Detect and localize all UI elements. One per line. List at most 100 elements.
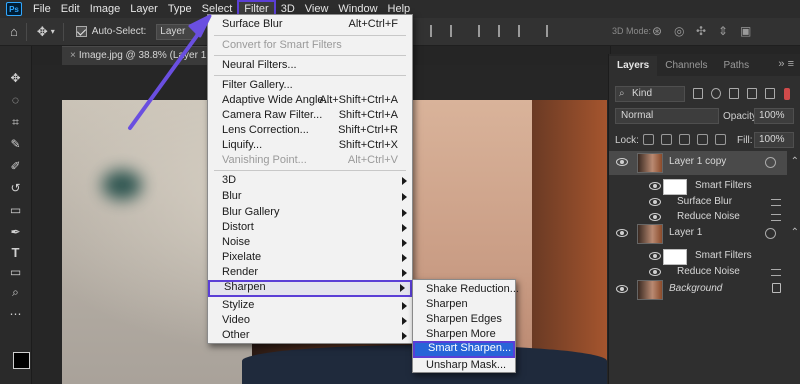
menu-item-noise[interactable]: Noise [208, 235, 412, 250]
tab-layers[interactable]: Layers [609, 56, 658, 76]
menu-item-sharpen-more[interactable]: Sharpen More [413, 327, 515, 342]
rectangle-tool-icon[interactable]: ▭ [9, 266, 22, 279]
document-tab[interactable]: ×Image.jpg @ 38.8% (Layer 1 copy, RGB/8) [62, 46, 212, 65]
lock-position-icon[interactable] [679, 134, 690, 145]
menu-item-pixelate[interactable]: Pixelate [208, 250, 412, 265]
3d-roll-icon[interactable]: ◎ [674, 24, 684, 38]
menu-item-neural-filters[interactable]: Neural Filters... [208, 58, 412, 73]
type-tool-icon[interactable]: T [9, 246, 22, 259]
menu-item-unsharp-mask[interactable]: Unsharp Mask... [413, 358, 515, 373]
menu-item-lens-correction[interactable]: Lens Correction... Shift+Ctrl+R [208, 123, 412, 138]
menu-item-liquify[interactable]: Liquify... Shift+Ctrl+X [208, 138, 412, 153]
3d-orbit-icon[interactable]: ⊛ [652, 24, 662, 38]
layer-row[interactable]: Background [609, 278, 787, 302]
lock-image-icon[interactable] [661, 134, 672, 145]
menu-item-camera-raw[interactable]: Camera Raw Filter... Shift+Ctrl+A [208, 108, 412, 123]
expand-arrow-icon[interactable]: ⌃ [791, 227, 799, 238]
lock-artboard-icon[interactable] [697, 134, 708, 145]
menu-item-vanishing-point: Vanishing Point... Alt+Ctrl+V [208, 153, 412, 168]
history-brush-icon[interactable]: ↺ [9, 182, 22, 195]
crop-tool-icon[interactable]: ⌗ [9, 116, 22, 129]
menu-item-shake-reduction[interactable]: Shake Reduction... [413, 282, 519, 297]
3d-scale-icon[interactable]: ▣ [740, 24, 751, 38]
shortcut-label: Shift+Ctrl+X [338, 139, 398, 151]
close-icon[interactable]: × [70, 50, 76, 61]
type-filter-icon[interactable] [729, 88, 739, 99]
menu-item-surface-blur[interactable]: Surface Blur Alt+Ctrl+F [208, 17, 412, 32]
menu-item-render[interactable]: Render [208, 265, 412, 280]
tab-paths[interactable]: Paths [716, 56, 758, 76]
visibility-eye-icon[interactable] [649, 198, 661, 206]
menu-item-filter-gallery[interactable]: Filter Gallery... [208, 78, 412, 93]
menu-item-distort[interactable]: Distort [208, 220, 412, 235]
distribute-icon[interactable] [478, 25, 488, 37]
visibility-eye-icon[interactable] [649, 182, 661, 190]
filter-toggle[interactable] [784, 88, 790, 100]
home-icon[interactable]: ⌂ [10, 24, 18, 39]
move-tool-icon[interactable]: ✥ [37, 24, 48, 40]
menu-item-blur[interactable]: Blur [208, 189, 412, 204]
layer-row[interactable]: Layer 1 ⌃ [609, 222, 799, 246]
fill-input[interactable]: 100% [754, 132, 794, 148]
gradient-tool-icon[interactable]: ▭ [9, 204, 22, 217]
align-icon[interactable] [430, 25, 440, 37]
menu-item-blur-gallery[interactable]: Blur Gallery [208, 205, 412, 220]
3d-slide-icon[interactable]: ⇕ [718, 24, 728, 38]
pixel-filter-icon[interactable] [693, 88, 703, 99]
menu-item-stylize[interactable]: Stylize [208, 298, 412, 313]
visibility-eye-icon[interactable] [649, 213, 661, 221]
distribute-icon[interactable] [518, 25, 528, 37]
distribute-icon[interactable] [546, 25, 556, 37]
visibility-eye-icon[interactable] [649, 252, 661, 260]
layer-row[interactable]: Layer 1 copy ⌃ [609, 151, 799, 175]
adjustment-filter-icon[interactable] [711, 88, 721, 99]
menu-edit[interactable]: Edit [56, 0, 85, 18]
menu-file[interactable]: File [28, 0, 56, 18]
pen-tool-icon[interactable]: ✒ [9, 226, 22, 239]
menu-item-sharpen-edges[interactable]: Sharpen Edges [413, 312, 515, 327]
shape-filter-icon[interactable] [747, 88, 757, 99]
opacity-input[interactable]: 100% [754, 108, 794, 124]
menu-item-label: Blur [222, 190, 242, 202]
menu-item-sharpen[interactable]: Sharpen [413, 297, 515, 312]
align-icon[interactable] [450, 25, 460, 37]
brush-tool-icon[interactable]: ✐ [9, 160, 22, 173]
menu-layer[interactable]: Layer [125, 0, 163, 18]
eyedropper-tool-icon[interactable]: ✎ [9, 138, 22, 151]
foreground-color-swatch[interactable] [13, 352, 30, 369]
smart-object-filter-icon[interactable] [765, 88, 775, 99]
move-tool-icon[interactable]: ✥ [9, 72, 22, 85]
visibility-eye-icon[interactable] [616, 229, 628, 237]
filter-options-icon[interactable] [771, 214, 781, 221]
visibility-eye-icon[interactable] [616, 285, 628, 293]
menu-item-video[interactable]: Video [208, 313, 412, 328]
layer-kind-filter[interactable]: Kind [615, 86, 685, 102]
filter-options-icon[interactable] [771, 199, 781, 206]
distribute-icon[interactable] [498, 25, 508, 37]
more-tools-icon[interactable]: ⋯ [9, 308, 22, 321]
auto-select-checkbox[interactable] [75, 26, 87, 37]
menu-item-adaptive-wide-angle[interactable]: Adaptive Wide Angle... Alt+Shift+Ctrl+A [208, 93, 412, 108]
zoom-tool-icon[interactable]: ⌕ [9, 286, 22, 299]
menu-item-other[interactable]: Other [208, 328, 412, 343]
menu-item-sharpen[interactable]: Sharpen [208, 280, 412, 297]
lasso-tool-icon[interactable]: ◌ [9, 94, 22, 107]
chevron-down-icon[interactable]: ▾ [51, 27, 55, 36]
menu-item-smart-sharpen[interactable]: Smart Sharpen... [413, 341, 515, 358]
visibility-eye-icon[interactable] [649, 268, 661, 276]
tab-channels[interactable]: Channels [657, 56, 715, 76]
blend-mode-select[interactable]: Normal [615, 108, 719, 124]
submenu-arrow-icon [402, 224, 407, 232]
menu-type[interactable]: Type [163, 0, 197, 18]
lock-transparent-icon[interactable] [643, 134, 654, 145]
menu-image[interactable]: Image [85, 0, 126, 18]
layer-select-dropdown[interactable]: Layer [156, 23, 197, 40]
filter-menu: Surface Blur Alt+Ctrl+F Convert for Smart… [207, 14, 413, 344]
visibility-eye-icon[interactable] [616, 158, 628, 166]
panel-menu-icon[interactable]: » ≡ [778, 58, 794, 70]
3d-pan-icon[interactable]: ✣ [696, 24, 706, 38]
lock-all-icon[interactable] [715, 134, 726, 145]
filter-options-icon[interactable] [771, 269, 781, 276]
menu-item-3d[interactable]: 3D [208, 173, 412, 188]
expand-arrow-icon[interactable]: ⌃ [791, 156, 799, 167]
